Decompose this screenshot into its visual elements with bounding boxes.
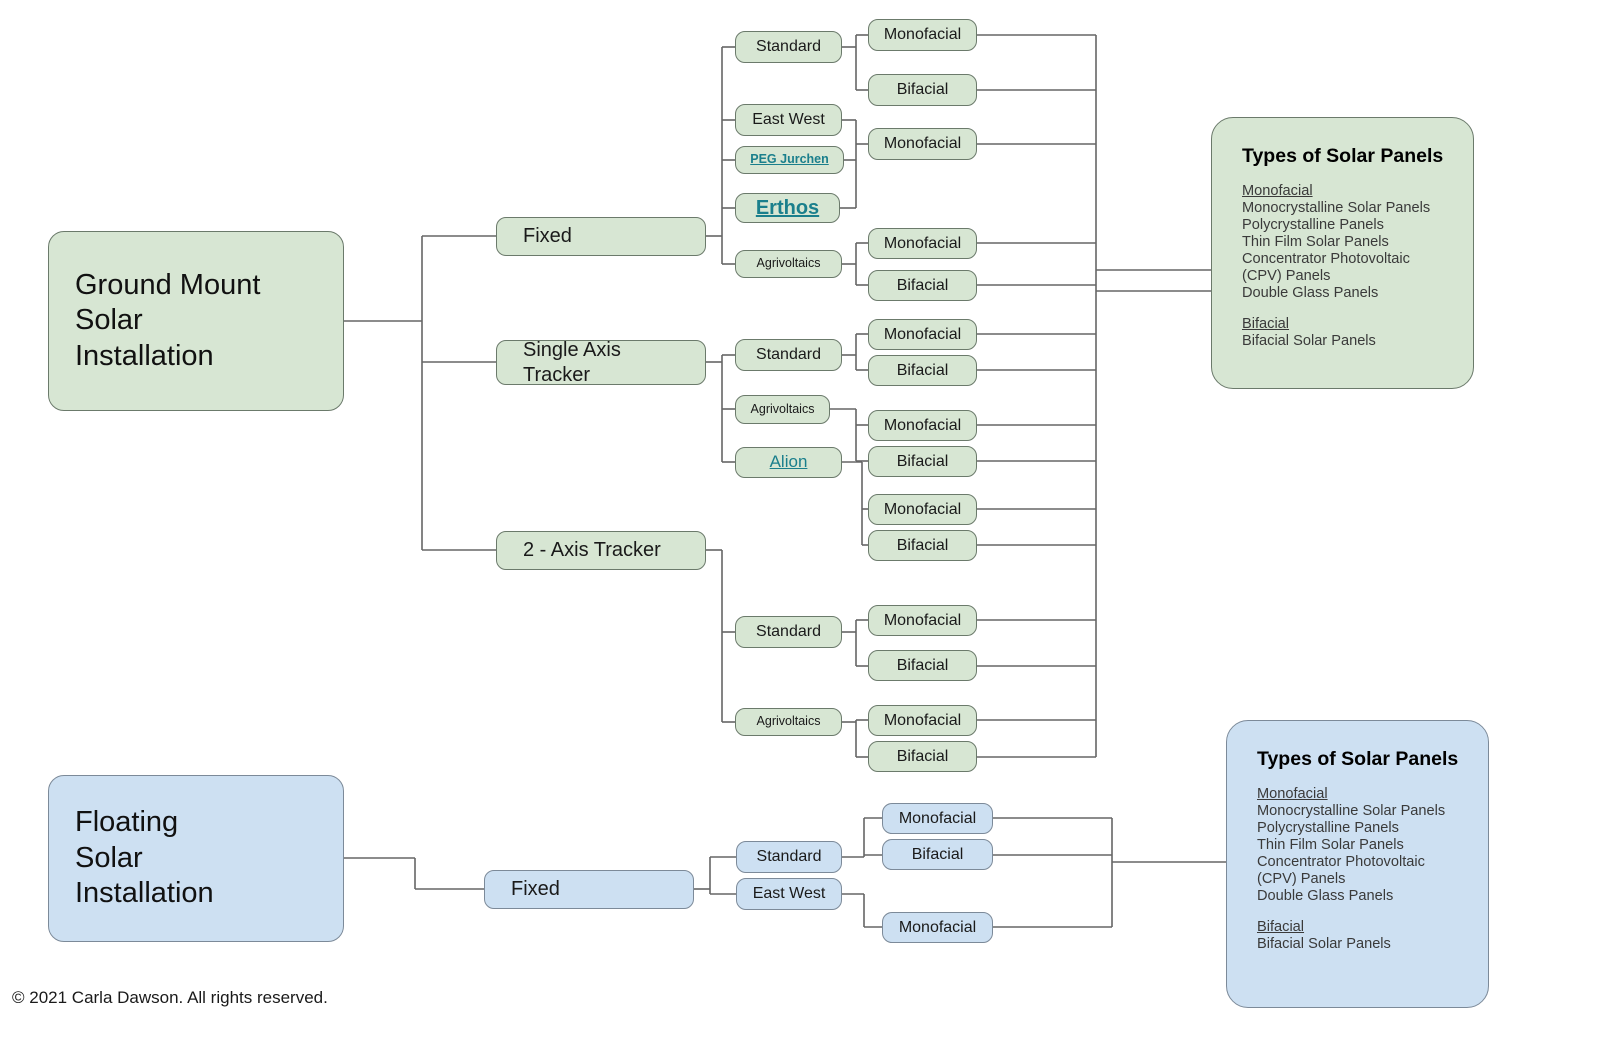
panel-mono-item: (CPV) Panels [1257,871,1346,888]
node-fixed-erthos[interactable]: Erthos [735,193,840,223]
node-floating-solar-installation[interactable]: Floating Solar Installation [48,775,344,942]
node-link-label[interactable]: Erthos [756,196,819,220]
node-label: Bifacial [896,81,949,99]
node-label: Bifacial [896,656,949,674]
leaf-tat-agrivoltaics-bifacial[interactable]: Bifacial [868,741,977,772]
node-label: Bifacial [896,361,949,379]
leaf-fixed-standard-bifacial[interactable]: Bifacial [868,74,977,106]
leaf-sat-agrivoltaics-bifacial[interactable]: Bifacial [868,446,977,477]
panel-types-of-solar-panels-floating: Types of Solar Panels Monofacial Monocry… [1226,720,1489,1008]
node-label: Monofacial [883,325,962,343]
panel-monofacial-label: Monofacial [1242,182,1313,199]
leaf-fixed-standard-monofacial[interactable]: Monofacial [868,19,977,51]
node-label: Monofacial [883,500,962,518]
node-label: Standard [756,848,822,866]
panel-mono-item: Polycrystalline Panels [1242,217,1384,234]
node-floating-standard[interactable]: Standard [736,841,842,873]
panel-bi-item: Bifacial Solar Panels [1257,936,1391,953]
node-label: Monofacial [883,711,962,729]
node-label: Standard [756,623,821,641]
node-label: East West [752,885,826,903]
panel-mono-item: Monocrystalline Solar Panels [1242,200,1431,217]
node-tat-agrivoltaics[interactable]: Agrivoltaics [735,708,842,736]
node-label: Monofacial [898,809,977,827]
node-label: East West [752,111,825,129]
node-floating-east-west[interactable]: East West [736,878,842,910]
panel-mono-item: Polycrystalline Panels [1257,820,1399,837]
node-ground-mount-solar-installation[interactable]: Ground Mount Solar Installation [48,231,344,411]
panel-bifacial-label: Bifacial [1242,316,1290,333]
node-label: Monofacial [883,135,962,153]
leaf-sat-agrivoltaics-monofacial[interactable]: Monofacial [868,410,977,441]
node-label: Bifacial [896,452,949,470]
panel-bifacial-label: Bifacial [1257,919,1305,936]
node-link-label[interactable]: PEG Jurchen [750,152,829,167]
node-label: Bifacial [896,747,949,765]
leaf-tat-standard-monofacial[interactable]: Monofacial [868,605,977,636]
node-sat-alion[interactable]: Alion [735,447,842,478]
leaf-tat-agrivoltaics-monofacial[interactable]: Monofacial [868,705,977,736]
node-fixed-standard[interactable]: Standard [735,31,842,63]
node-label: Monofacial [883,416,962,434]
panel-mono-item: Double Glass Panels [1242,285,1379,302]
node-label: Bifacial [896,276,949,294]
panel-types-of-solar-panels-ground: Types of Solar Panels Monofacial Monocry… [1211,117,1474,389]
node-label: Agrivoltaics [756,714,821,729]
panel-mono-item: Thin Film Solar Panels [1242,234,1389,251]
node-label: Fixed [523,225,572,248]
node-label: Monofacial [883,611,962,629]
copyright-footer: © 2021 Carla Dawson. All rights reserved… [12,988,328,1007]
node-label: Single Axis Tracker [523,339,621,386]
leaf-fixed-agrivoltaics-monofacial[interactable]: Monofacial [868,228,977,259]
node-label: Bifacial [911,845,964,863]
panel-heading: Types of Solar Panels [1257,748,1459,770]
leaf-sat-standard-bifacial[interactable]: Bifacial [868,355,977,386]
leaf-tat-standard-bifacial[interactable]: Bifacial [868,650,977,681]
node-sat-standard[interactable]: Standard [735,339,842,371]
panel-mono-item: Monocrystalline Solar Panels [1257,803,1446,820]
panel-monofacial-label: Monofacial [1257,785,1328,802]
node-label: Fixed [511,878,560,901]
node-label: Monofacial [898,918,977,936]
node-label: Floating Solar Installation [75,806,214,910]
node-label: Agrivoltaics [750,401,815,416]
node-fixed-peg-jurchen[interactable]: PEG Jurchen [735,146,844,174]
panel-mono-item: Thin Film Solar Panels [1257,837,1404,854]
node-single-axis-tracker[interactable]: Single Axis Tracker [496,339,706,386]
node-tat-standard[interactable]: Standard [735,616,842,648]
panel-mono-item: Double Glass Panels [1257,888,1394,905]
node-label: Monofacial [883,26,962,44]
leaf-floating-eastwest-monofacial[interactable]: Monofacial [882,912,993,943]
node-two-axis-tracker[interactable]: 2 - Axis Tracker [496,531,706,570]
panel-bi-item: Bifacial Solar Panels [1242,333,1376,350]
node-label: Ground Mount Solar Installation [75,268,261,372]
panel-heading: Types of Solar Panels [1242,145,1444,167]
leaf-sat-alion-bifacial[interactable]: Bifacial [868,530,977,561]
node-fixed-east-west[interactable]: East West [735,104,842,136]
node-label: Standard [756,346,821,364]
panel-spacer [1242,302,1451,316]
leaf-floating-standard-bifacial[interactable]: Bifacial [882,839,993,870]
node-fixed-agrivoltaics[interactable]: Agrivoltaics [735,250,842,278]
leaf-floating-standard-monofacial[interactable]: Monofacial [882,803,993,834]
panel-mono-item: Concentrator Photovoltaic [1242,251,1410,268]
leaf-sat-standard-monofacial[interactable]: Monofacial [868,319,977,350]
node-sat-agrivoltaics[interactable]: Agrivoltaics [735,395,830,424]
node-ground-fixed[interactable]: Fixed [496,217,706,256]
node-link-label[interactable]: Alion [770,452,808,473]
leaf-sat-alion-monofacial[interactable]: Monofacial [868,494,977,525]
panel-mono-item: (CPV) Panels [1242,268,1331,285]
panel-mono-item: Concentrator Photovoltaic [1257,854,1425,871]
node-label: Monofacial [883,234,962,252]
leaf-fixed-agrivoltaics-bifacial[interactable]: Bifacial [868,270,977,301]
node-label: Bifacial [896,536,949,554]
node-label: Standard [756,38,821,56]
node-label: Agrivoltaics [756,256,821,271]
diagram-canvas: Ground Mount Solar Installation Floating… [0,0,1600,1055]
leaf-fixed-eastwest-group-monofacial[interactable]: Monofacial [868,128,977,160]
node-label: 2 - Axis Tracker [523,539,661,562]
panel-spacer [1257,905,1466,919]
node-floating-fixed[interactable]: Fixed [484,870,694,909]
